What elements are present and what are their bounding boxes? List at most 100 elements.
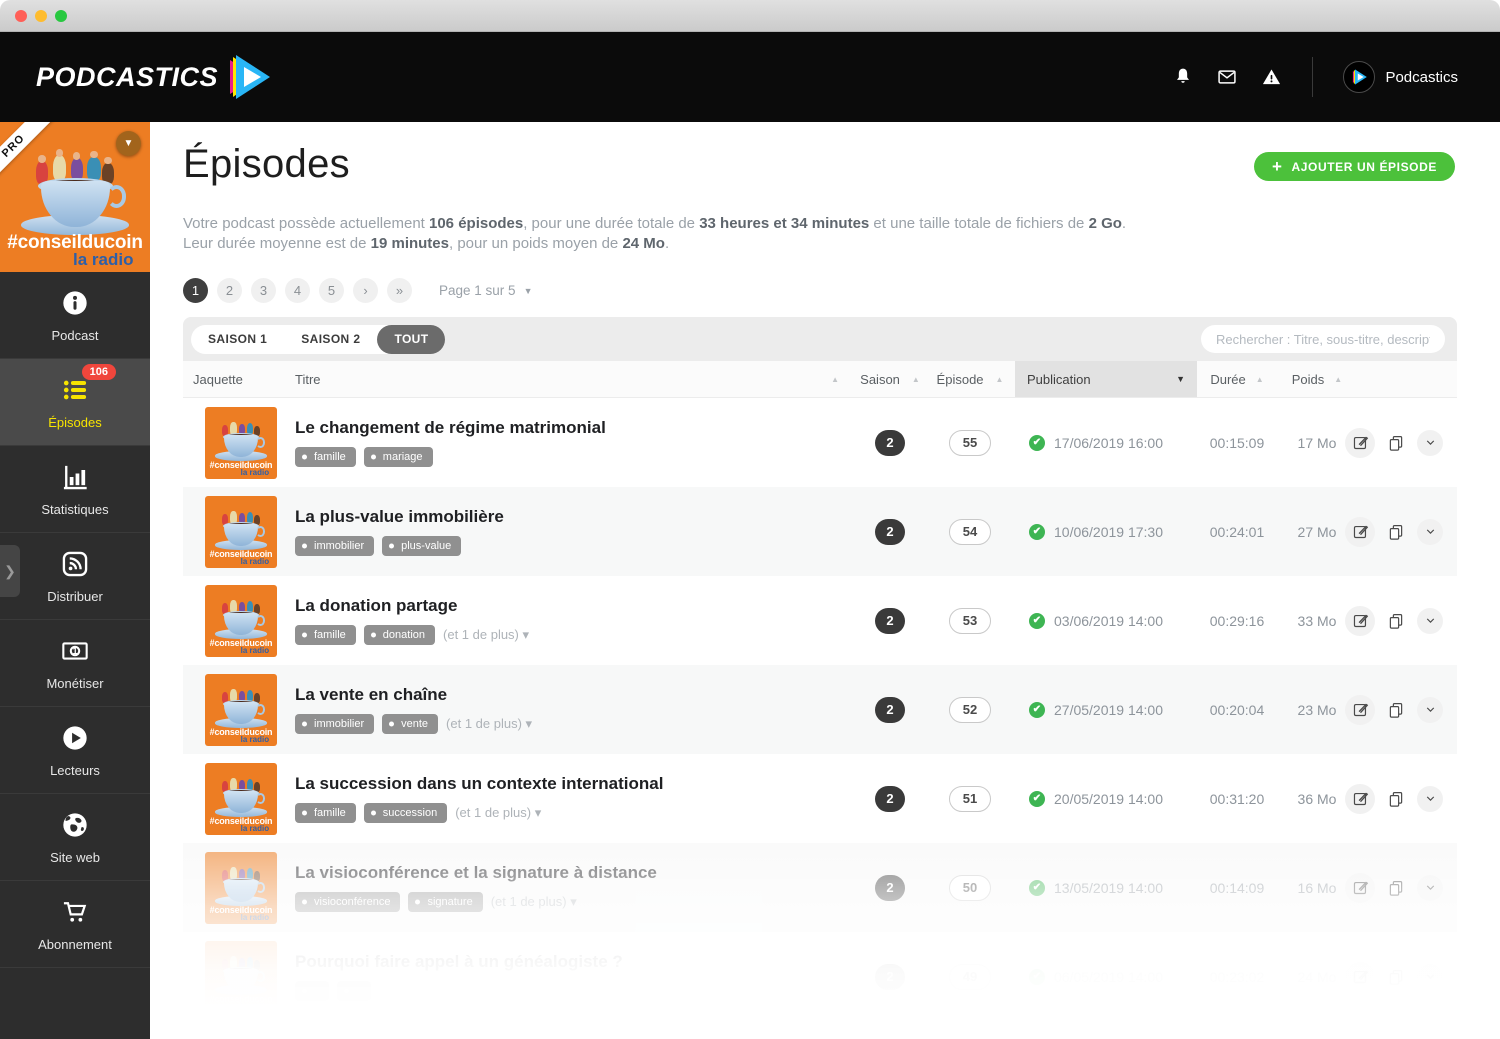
episode-title[interactable]: La succession dans un contexte internati…	[295, 774, 845, 794]
tag[interactable]	[337, 981, 371, 1001]
column-publication[interactable]: Publication ▼	[1015, 361, 1197, 397]
expand-row-button[interactable]	[1417, 785, 1443, 812]
page-button-4[interactable]: 4	[285, 278, 310, 303]
edit-episode-button[interactable]	[1345, 872, 1375, 903]
duplicate-episode-button[interactable]	[1383, 786, 1409, 812]
sidebar-collapse-handle[interactable]: ❯	[0, 545, 20, 597]
tag[interactable]: famille	[295, 803, 356, 823]
edit-episode-button[interactable]	[1345, 605, 1375, 636]
sidebar-item-monetize[interactable]: 1 Monétiser	[0, 620, 150, 707]
tag[interactable]	[295, 981, 329, 1001]
sort-asc-icon[interactable]: ▲	[912, 375, 920, 384]
expand-row-button[interactable]	[1417, 874, 1443, 901]
sort-desc-icon[interactable]: ▼	[1176, 374, 1185, 384]
edit-episode-button[interactable]	[1345, 427, 1375, 458]
window-zoom-button[interactable]	[55, 9, 67, 22]
sidebar-item-podcast[interactable]: Podcast	[0, 272, 150, 359]
notifications-bell-icon[interactable]	[1172, 66, 1194, 88]
tag[interactable]: succession	[363, 803, 448, 823]
next-page-button[interactable]: ›	[353, 278, 378, 303]
episode-title[interactable]: La vente en chaîne	[295, 685, 845, 705]
duplicate-episode-button[interactable]	[1383, 430, 1409, 456]
sort-asc-icon[interactable]: ▲	[831, 375, 839, 384]
edit-episode-button[interactable]	[1345, 961, 1375, 992]
last-page-button[interactable]: »	[387, 278, 412, 303]
episode-title[interactable]: Pourquoi faire appel à un généalogiste ?	[295, 952, 845, 972]
more-tags[interactable]: (et 1 de plus) ▾	[455, 805, 541, 821]
episode-row[interactable]: #conseilducoin la radio La visioconférenc…	[183, 843, 1457, 932]
tag[interactable]: immobilier	[295, 536, 375, 556]
episode-cover-thumbnail[interactable]: #conseilducoin la radio	[205, 584, 277, 657]
episode-title[interactable]: La plus-value immobilière	[295, 507, 845, 527]
episode-cover-thumbnail[interactable]: #conseilducoin la radio	[205, 673, 277, 746]
page-button-3[interactable]: 3	[251, 278, 276, 303]
alerts-warning-icon[interactable]	[1260, 66, 1282, 88]
episode-row[interactable]: #conseilducoin la radio Pourquoi faire ap…	[183, 932, 1457, 1007]
column-episode[interactable]: Épisode ▲	[925, 361, 1015, 397]
episode-cover-thumbnail[interactable]: #conseilducoin la radio	[205, 940, 277, 1007]
duplicate-episode-button[interactable]	[1383, 964, 1409, 990]
page-selector[interactable]: Page 1 sur 5 ▼	[439, 283, 532, 298]
column-titre[interactable]: Titre ▲	[295, 361, 855, 397]
tag[interactable]: mariage	[363, 447, 433, 467]
duplicate-episode-button[interactable]	[1383, 875, 1409, 901]
tag[interactable]: signature	[408, 892, 483, 912]
cover-chevron-down-button[interactable]: ▼	[116, 131, 141, 156]
edit-episode-button[interactable]	[1345, 516, 1375, 547]
more-tags[interactable]: (et 1 de plus) ▾	[443, 627, 529, 643]
expand-row-button[interactable]	[1417, 607, 1443, 634]
column-poids[interactable]: Poids ▲	[1277, 361, 1357, 397]
page-button-1[interactable]: 1	[183, 278, 208, 303]
add-episode-button[interactable]: + AJOUTER UN ÉPISODE	[1253, 152, 1455, 181]
tag[interactable]: donation	[363, 625, 436, 645]
episode-row[interactable]: #conseilducoin la radio La plus-value imm…	[183, 487, 1457, 576]
episode-title[interactable]: La visioconférence et la signature à dis…	[295, 863, 845, 883]
search-input[interactable]	[1201, 325, 1445, 353]
podcastics-logo[interactable]: PODCASTICS	[36, 54, 271, 100]
column-duree[interactable]: Durée ▲	[1197, 361, 1277, 397]
tag[interactable]: famille	[295, 447, 356, 467]
filter-saison-1[interactable]: SAISON 1	[191, 325, 284, 354]
tag[interactable]: visioconférence	[295, 892, 401, 912]
duplicate-episode-button[interactable]	[1383, 608, 1409, 634]
episode-cover-thumbnail[interactable]: #conseilducoin la radio	[205, 495, 277, 568]
expand-row-button[interactable]	[1417, 963, 1443, 990]
sort-asc-icon[interactable]: ▲	[1334, 375, 1342, 384]
episode-row[interactable]: #conseilducoin la radio La donation parta…	[183, 576, 1457, 665]
filter-saison-2[interactable]: SAISON 2	[284, 325, 377, 354]
messages-envelope-icon[interactable]	[1216, 66, 1238, 88]
account-menu[interactable]: Podcastics	[1343, 61, 1458, 93]
episode-row[interactable]: #conseilducoin la radio Le changement de …	[183, 398, 1457, 487]
edit-episode-button[interactable]	[1345, 783, 1375, 814]
episode-title[interactable]: La donation partage	[295, 596, 845, 616]
window-minimize-button[interactable]	[35, 9, 47, 22]
more-tags[interactable]: (et 1 de plus) ▾	[491, 894, 577, 910]
tag[interactable]: plus-value	[382, 536, 462, 556]
episode-row[interactable]: #conseilducoin la radio La succession dan…	[183, 754, 1457, 843]
sidebar-item-statistics[interactable]: Statistiques	[0, 446, 150, 533]
edit-episode-button[interactable]	[1345, 694, 1375, 725]
tag[interactable]: vente	[382, 714, 439, 734]
episode-row[interactable]: #conseilducoin la radio La vente en chaîn…	[183, 665, 1457, 754]
duplicate-episode-button[interactable]	[1383, 697, 1409, 723]
window-close-button[interactable]	[15, 9, 27, 22]
sidebar-item-players[interactable]: Lecteurs	[0, 707, 150, 794]
expand-row-button[interactable]	[1417, 429, 1443, 456]
sort-asc-icon[interactable]: ▲	[996, 375, 1004, 384]
sidebar-item-website[interactable]: Site web	[0, 794, 150, 881]
sort-asc-icon[interactable]: ▲	[1256, 375, 1264, 384]
tag[interactable]: immobilier	[295, 714, 375, 734]
column-saison[interactable]: Saison ▲	[855, 361, 925, 397]
episode-cover-thumbnail[interactable]: #conseilducoin la radio	[205, 762, 277, 835]
more-tags[interactable]: (et 1 de plus) ▾	[446, 716, 532, 732]
tag[interactable]: famille	[295, 625, 356, 645]
episode-cover-thumbnail[interactable]: #conseilducoin la radio	[205, 851, 277, 924]
expand-row-button[interactable]	[1417, 696, 1443, 723]
duplicate-episode-button[interactable]	[1383, 519, 1409, 545]
page-button-5[interactable]: 5	[319, 278, 344, 303]
expand-row-button[interactable]	[1417, 518, 1443, 545]
sidebar-item-episodes[interactable]: 106 Épisodes	[0, 359, 150, 446]
filter-tout[interactable]: TOUT	[377, 324, 446, 354]
episode-cover-thumbnail[interactable]: #conseilducoin la radio	[205, 406, 277, 479]
page-button-2[interactable]: 2	[217, 278, 242, 303]
